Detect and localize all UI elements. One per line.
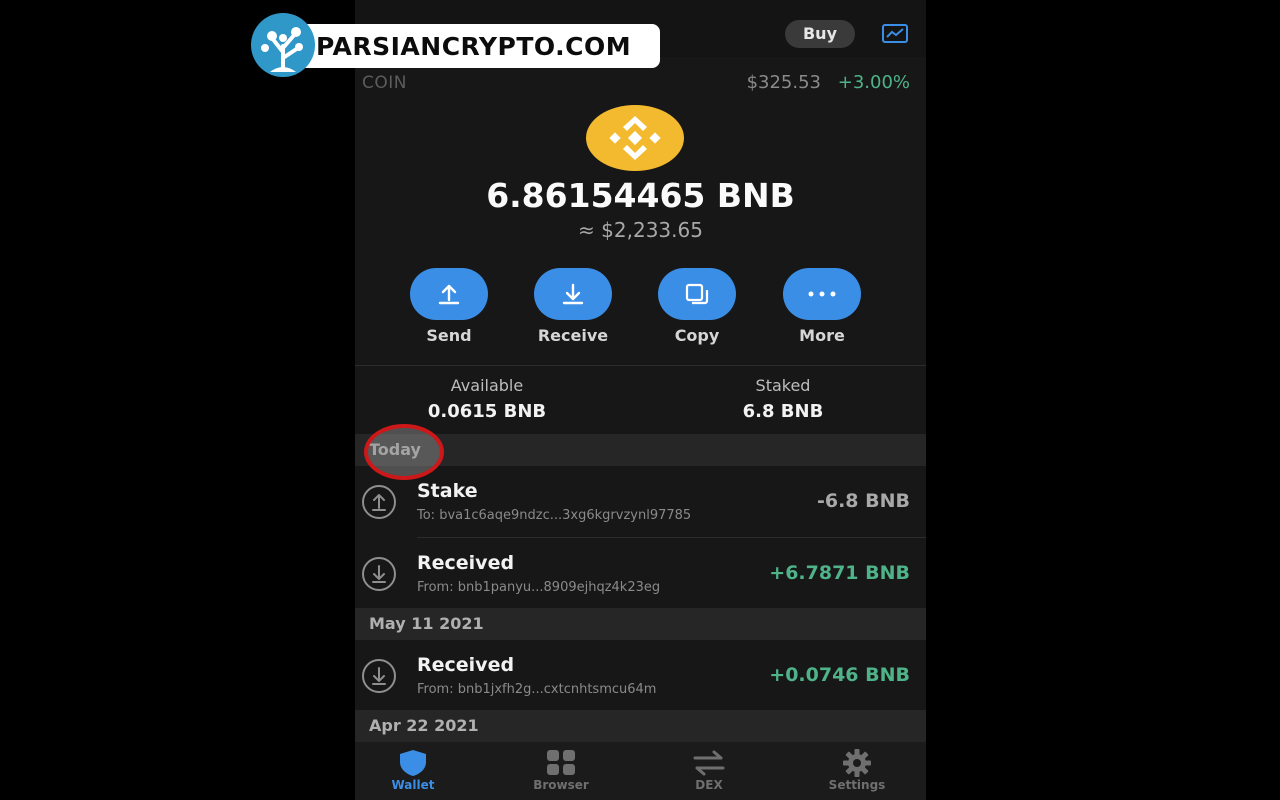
tree-logo-icon (250, 12, 316, 78)
tab-browser[interactable]: Browser (506, 742, 616, 800)
tab-wallet[interactable]: Wallet (358, 742, 468, 800)
transaction-amount: +0.0746 BNB (769, 664, 910, 686)
transaction-title: Stake (417, 480, 478, 502)
transaction-amount: +6.7871 BNB (769, 562, 910, 584)
watermark-text: PARSIANCRYPTO.COM (316, 32, 632, 61)
transaction-title: Received (417, 552, 515, 574)
transaction-amount: -6.8 BNB (816, 490, 910, 512)
transaction-row[interactable]: Stake To: bva1c6aqe9ndzc...3xg6kgrvzynl9… (355, 466, 926, 536)
coin-price-change: +3.00% (837, 72, 910, 93)
upload-arrow-icon (410, 268, 488, 320)
transaction-title: Received (417, 654, 515, 676)
date-section-header: May 11 2021 (355, 608, 926, 640)
copy-button[interactable]: Copy (647, 268, 747, 345)
buy-button[interactable]: Buy (785, 20, 855, 48)
upload-arrow-icon (361, 484, 397, 520)
copy-icon (658, 268, 736, 320)
more-button[interactable]: More (772, 268, 872, 345)
copy-label: Copy (674, 326, 720, 345)
bottom-tab-bar: Wallet Browser DEX Settings (355, 742, 926, 800)
coin-balance: 6.86154465 BNB (486, 176, 795, 215)
send-button[interactable]: Send (399, 268, 499, 345)
download-arrow-icon (361, 658, 397, 694)
divider (355, 365, 926, 366)
download-arrow-icon (534, 268, 612, 320)
tab-label: Browser (533, 778, 589, 792)
section-date: May 11 2021 (369, 614, 484, 633)
swap-arrows-icon (693, 750, 725, 776)
staked-value: 6.8 BNB (742, 401, 824, 422)
coin-type-label: COIN (362, 73, 407, 93)
available-label: Available (450, 376, 524, 395)
more-dots-icon (783, 268, 861, 320)
gear-icon (843, 749, 871, 777)
tab-label: Settings (828, 778, 886, 792)
watermark: PARSIANCRYPTO.COM (250, 12, 660, 78)
shield-icon (400, 750, 426, 776)
staked-balance: Staked 6.8 BNB (653, 376, 913, 422)
grid-icon (547, 750, 575, 775)
tab-dex[interactable]: DEX (654, 742, 764, 800)
send-label: Send (426, 326, 472, 345)
tab-label: DEX (695, 778, 723, 792)
coin-price: $325.53 (746, 72, 821, 93)
available-balance: Available 0.0615 BNB (357, 376, 617, 422)
chart-icon[interactable] (881, 22, 909, 46)
staked-label: Staked (755, 376, 811, 395)
available-value: 0.0615 BNB (427, 401, 547, 422)
receive-button[interactable]: Receive (523, 268, 623, 345)
wallet-screen: Buy COIN $325.53 +3.00% 6.86154465 BNB ≈… (355, 0, 926, 800)
tab-label: Wallet (391, 778, 435, 792)
fiat-balance: ≈ $2,233.65 (578, 218, 703, 242)
section-date: Apr 22 2021 (369, 716, 479, 735)
date-section-header: Apr 22 2021 (355, 710, 926, 742)
bnb-logo-icon (586, 105, 684, 171)
receive-label: Receive (537, 326, 609, 345)
download-arrow-icon (361, 556, 397, 592)
transaction-address: To: bva1c6aqe9ndzc...3xg6kgrvzynl97785 (417, 508, 692, 523)
transaction-row[interactable]: Received From: bnb1panyu...8909ejhqz4k23… (355, 538, 926, 608)
transaction-row[interactable]: Received From: bnb1jxfh2g...cxtcnhtsmcu6… (355, 640, 926, 710)
tab-settings[interactable]: Settings (802, 742, 912, 800)
transaction-address: From: bnb1jxfh2g...cxtcnhtsmcu64m (417, 682, 657, 697)
more-label: More (799, 326, 845, 345)
transaction-address: From: bnb1panyu...8909ejhqz4k23eg (417, 580, 661, 595)
